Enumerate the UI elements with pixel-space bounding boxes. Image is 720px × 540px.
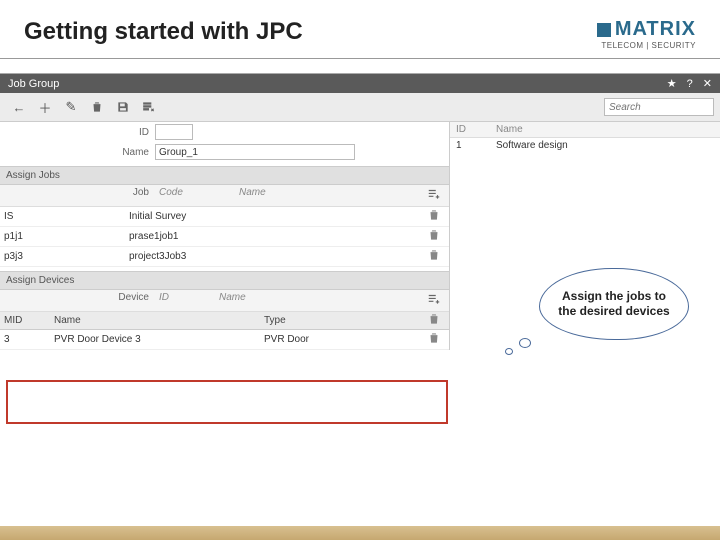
jobs-row[interactable]: p3j3 project3Job3 xyxy=(0,247,449,267)
list-x-icon xyxy=(142,100,156,114)
help-icon[interactable]: ? xyxy=(687,78,693,90)
jobs-row[interactable]: IS Initial Survey xyxy=(0,207,449,227)
brand-square-icon xyxy=(597,23,611,37)
job-name: prase1job1 xyxy=(125,229,419,244)
toolbar: ← ＋ ✎ xyxy=(0,93,720,122)
device-mid: 3 xyxy=(0,332,50,347)
add-button[interactable]: ＋ xyxy=(32,96,58,118)
trash-icon xyxy=(90,100,104,114)
devices-header-name: Name xyxy=(215,290,419,311)
jobs-header-name: Name xyxy=(235,185,419,206)
back-button[interactable]: ← xyxy=(6,96,32,118)
device-delete-icon[interactable] xyxy=(419,329,449,350)
id-label: ID xyxy=(0,127,155,138)
devices-column-head: MID Name Type xyxy=(0,312,449,330)
close-icon[interactable]: ✕ xyxy=(703,77,712,90)
jobs-grid: Job Code Name IS Initial Survey p1j1 xyxy=(0,185,449,267)
callout-bubble: Assign the jobs to the desired devices xyxy=(539,268,689,340)
devices-col-name: Name xyxy=(50,313,260,328)
id-field[interactable] xyxy=(155,124,193,140)
page-title: Getting started with JPC xyxy=(24,18,303,46)
job-name: project3Job3 xyxy=(125,249,419,264)
right-row[interactable]: 1 Software design xyxy=(450,138,720,153)
window-title: Job Group xyxy=(8,78,59,90)
job-delete-icon[interactable] xyxy=(419,246,449,267)
devices-col-mid: MID xyxy=(0,313,50,328)
device-name: PVR Door Device 3 xyxy=(50,332,260,347)
name-field[interactable] xyxy=(155,144,355,160)
devices-row[interactable]: 3 PVR Door Device 3 PVR Door xyxy=(0,330,449,350)
devices-header-label: Device xyxy=(0,290,155,311)
job-code: IS xyxy=(0,209,125,224)
brand-name: MATRIX xyxy=(615,18,696,41)
right-row-name: Software design xyxy=(490,138,720,153)
job-code: p1j1 xyxy=(0,229,125,244)
job-code: p3j3 xyxy=(0,249,125,264)
delete-button[interactable] xyxy=(84,96,110,118)
devices-col-delete-icon[interactable] xyxy=(419,310,449,331)
device-type: PVR Door xyxy=(260,332,419,347)
jobs-row[interactable]: p1j1 prase1job1 xyxy=(0,227,449,247)
right-header-name[interactable]: Name xyxy=(490,122,720,137)
name-label: Name xyxy=(0,147,155,158)
devices-col-type: Type xyxy=(260,313,419,328)
devices-add-icon[interactable] xyxy=(419,290,449,311)
search-input[interactable] xyxy=(604,98,714,116)
callout-puff xyxy=(519,338,531,348)
right-header-id[interactable]: ID xyxy=(450,122,490,137)
callout: Assign the jobs to the desired devices xyxy=(535,268,690,348)
save-icon xyxy=(116,100,130,114)
jobs-header-label: Job xyxy=(0,185,155,206)
jobs-header-code: Code xyxy=(155,185,235,206)
edit-button[interactable]: ✎ xyxy=(58,96,84,118)
jobs-add-icon[interactable] xyxy=(419,185,449,206)
list-remove-button[interactable] xyxy=(136,96,162,118)
highlight-rectangle xyxy=(6,380,448,424)
section-assign-devices: Assign Devices xyxy=(0,271,449,290)
job-delete-icon[interactable] xyxy=(419,226,449,247)
right-row-id: 1 xyxy=(450,138,490,153)
save-button[interactable] xyxy=(110,96,136,118)
window-titlebar: Job Group ★ ? ✕ xyxy=(0,74,720,93)
callout-text: Assign the jobs to the desired devices xyxy=(556,289,672,319)
brand-logo: MATRIX TELECOM | SECURITY xyxy=(597,18,696,50)
callout-puff xyxy=(505,348,513,355)
job-delete-icon[interactable] xyxy=(419,206,449,227)
section-assign-jobs: Assign Jobs xyxy=(0,166,449,185)
brand-tagline: TELECOM | SECURITY xyxy=(601,41,696,50)
devices-grid: Device ID Name MID Name Type 3 xyxy=(0,290,449,350)
devices-header-id: ID xyxy=(155,290,215,311)
job-name: Initial Survey xyxy=(125,209,419,224)
left-pane: ID Name Assign Jobs Job Code Name IS xyxy=(0,122,450,350)
star-icon[interactable]: ★ xyxy=(667,77,677,90)
footer-band xyxy=(0,526,720,540)
